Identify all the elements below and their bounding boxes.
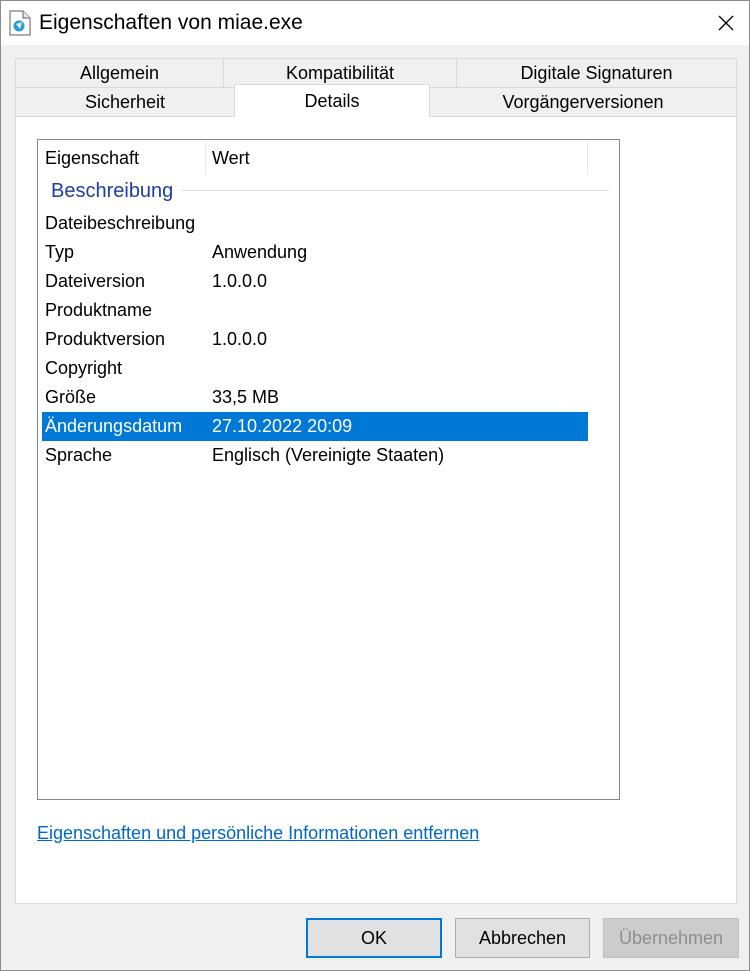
title-bar: Eigenschaften von miae.exe xyxy=(1,1,749,45)
table-row[interactable]: Dateibeschreibung xyxy=(42,209,588,238)
group-divider xyxy=(181,190,609,191)
property-name: Copyright xyxy=(45,358,123,378)
table-row[interactable]: Typ Anwendung xyxy=(42,238,588,267)
details-list[interactable]: Eigenschaft Wert Beschreibung Dateibesch… xyxy=(37,139,620,800)
property-value: Anwendung xyxy=(212,242,308,262)
tab-vorgaengerversionen[interactable]: Vorgängerversionen xyxy=(429,87,737,117)
table-row[interactable]: Copyright xyxy=(42,354,588,383)
group-header-beschreibung[interactable]: Beschreibung xyxy=(51,180,173,203)
property-name: Dateiversion xyxy=(45,271,146,291)
table-row-selected[interactable]: Änderungsdatum 27.10.2022 20:09 xyxy=(42,412,588,441)
property-name: Produktname xyxy=(45,300,153,320)
cancel-button[interactable]: Abbrechen xyxy=(455,918,590,958)
property-name: Produktversion xyxy=(45,329,166,349)
property-name: Änderungsdatum xyxy=(45,416,183,436)
property-value: 1.0.0.0 xyxy=(212,271,268,291)
ok-button[interactable]: OK xyxy=(306,918,442,958)
property-value: 27.10.2022 20:09 xyxy=(212,416,353,436)
property-value: 1.0.0.0 xyxy=(212,329,268,349)
window-title: Eigenschaften von miae.exe xyxy=(39,11,303,34)
apply-button[interactable]: Übernehmen xyxy=(603,918,739,958)
column-header-value[interactable]: Wert xyxy=(212,148,250,169)
tab-allgemein[interactable]: Allgemein xyxy=(15,58,224,88)
tab-digitale-signaturen[interactable]: Digitale Signaturen xyxy=(456,58,737,88)
table-row[interactable]: Produktversion 1.0.0.0 xyxy=(42,325,588,354)
tab-details[interactable]: Details xyxy=(234,84,430,117)
property-value: 33,5 MB xyxy=(212,387,280,407)
property-name: Dateibeschreibung xyxy=(45,213,196,233)
list-header: Eigenschaft Wert xyxy=(38,140,619,176)
property-name: Sprache xyxy=(45,445,113,465)
property-name: Typ xyxy=(45,242,75,262)
close-icon xyxy=(718,15,734,31)
column-divider[interactable] xyxy=(587,142,588,174)
property-value: Englisch (Vereinigte Staaten) xyxy=(212,445,445,465)
property-name: Größe xyxy=(45,387,97,407)
remove-properties-link[interactable]: Eigenschaften und persönliche Informatio… xyxy=(37,823,479,844)
table-row[interactable]: Produktname xyxy=(42,296,588,325)
tab-sicherheit[interactable]: Sicherheit xyxy=(15,87,235,117)
table-row[interactable]: Sprache Englisch (Vereinigte Staaten) xyxy=(42,441,588,470)
table-row[interactable]: Größe 33,5 MB xyxy=(42,383,588,412)
properties-dialog: Eigenschaften von miae.exe Allgemein Kom… xyxy=(0,0,750,971)
column-divider[interactable] xyxy=(205,142,206,174)
table-row[interactable]: Dateiversion 1.0.0.0 xyxy=(42,267,588,296)
details-tab-panel: Eigenschaft Wert Beschreibung Dateibesch… xyxy=(15,116,737,904)
exe-file-icon xyxy=(9,10,31,36)
close-button[interactable] xyxy=(703,1,749,45)
column-header-property[interactable]: Eigenschaft xyxy=(45,148,205,169)
